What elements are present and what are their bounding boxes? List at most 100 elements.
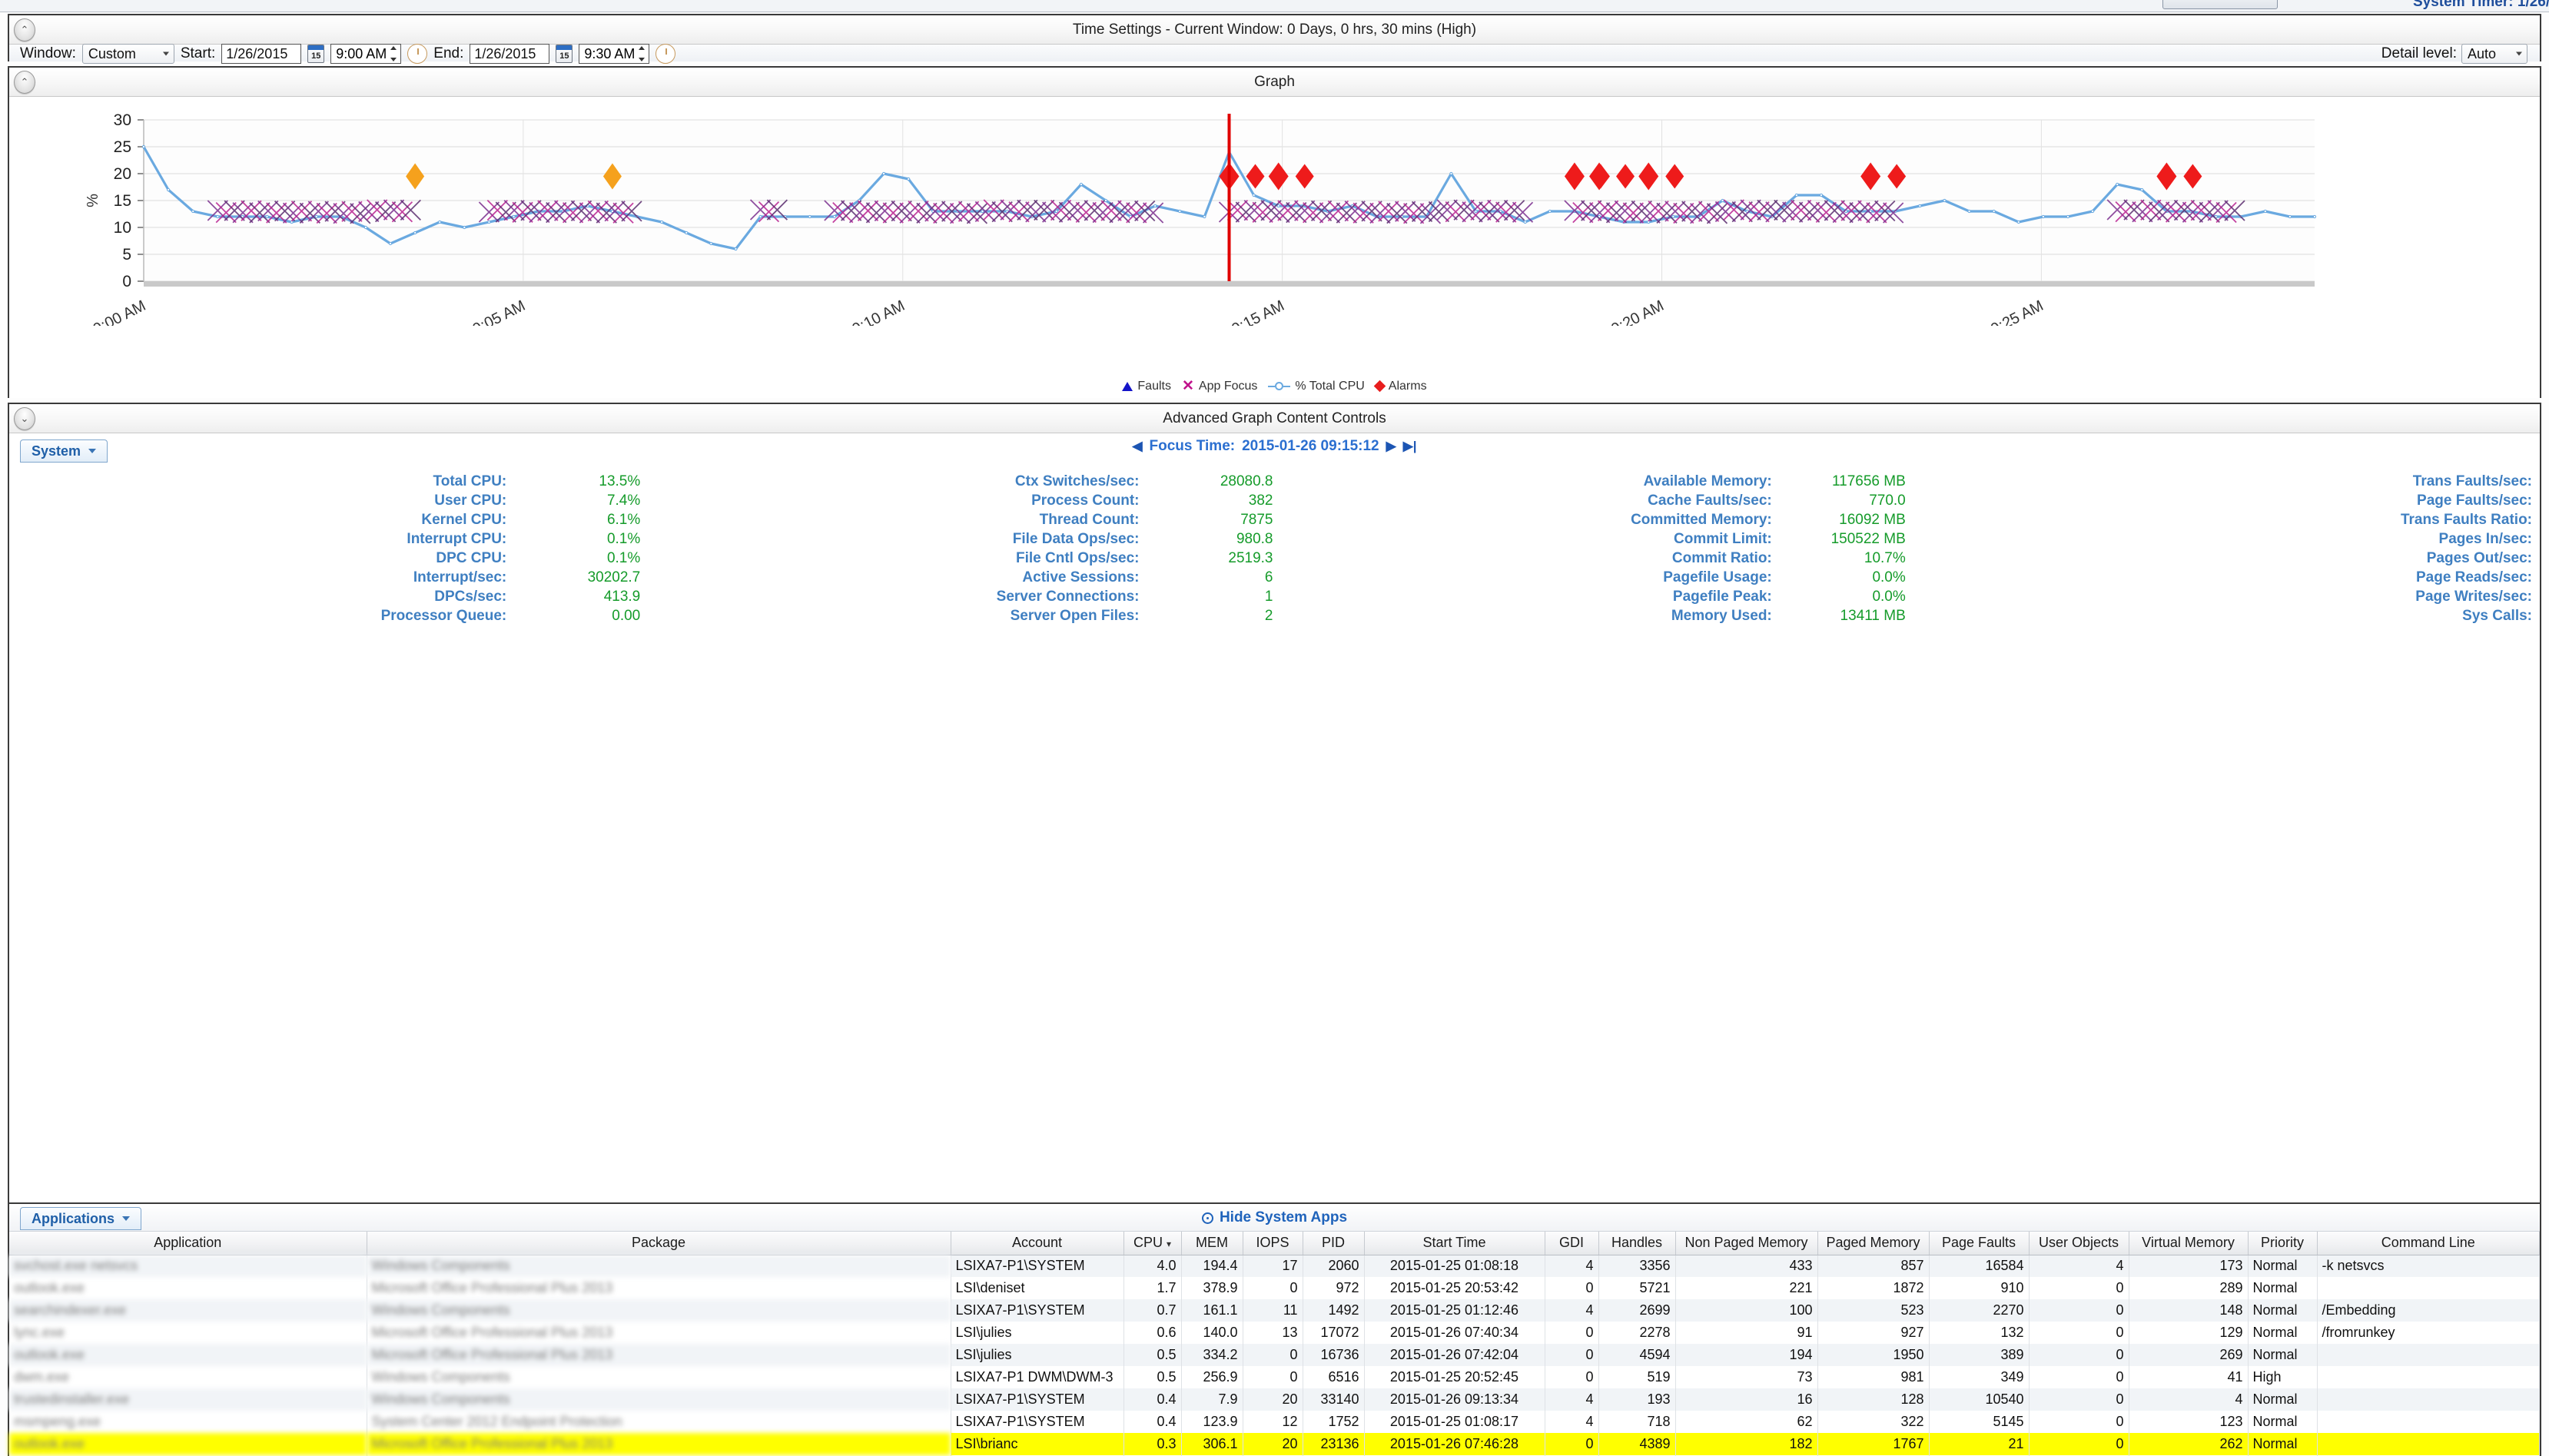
graph-panel: ⌃ Graph 051015202530% 1/26/2015 9:00 AM1…: [8, 66, 2541, 398]
cell-package: Microsoft Office Professional Plus 2013: [367, 1277, 951, 1299]
cell-gdi: 4: [1545, 1411, 1599, 1433]
column-header-command-line[interactable]: Command Line: [2317, 1232, 2540, 1255]
metric-value: 117656 MB: [1831, 473, 1906, 489]
cell-pid: 23136: [1303, 1433, 1365, 1455]
cell-pid: 2060: [1303, 1255, 1365, 1277]
cell-app: svchost.exe netsvcs: [9, 1255, 367, 1277]
metric-value: 30202.7: [587, 569, 641, 585]
start-time-input[interactable]: 9:00 AM: [330, 44, 402, 64]
focus-last-button[interactable]: ▶|: [1403, 439, 1417, 454]
metric-value: 6: [1264, 569, 1273, 585]
spinner-arrows-icon[interactable]: [388, 45, 399, 62]
cell-handles: 4389: [1598, 1433, 1676, 1455]
svg-text:%: %: [85, 194, 101, 207]
table-row[interactable]: dwm.exe Windows Components LSIXA7-P1 DWM\D…: [9, 1366, 2540, 1388]
cell-account: LSIXA7-P1\SYSTEM: [951, 1411, 1124, 1433]
legend-item-faults: Faults: [1122, 380, 1171, 393]
column-header-page-faults[interactable]: Page Faults: [1929, 1232, 2030, 1255]
column-header-start-time[interactable]: Start Time: [1364, 1232, 1545, 1255]
table-row[interactable]: trustedinstaller.exe Windows Components LS…: [9, 1388, 2540, 1411]
metric-value: 13411 MB: [1840, 607, 1906, 624]
chart-legend: Faults ✕ App Focus % Total CPU Alarms: [9, 379, 2540, 393]
end-clock-icon[interactable]: [656, 44, 676, 64]
window-select[interactable]: Custom: [81, 44, 174, 64]
svg-text:1/26/2015 9:05 AM: 1/26/2015 9:05 AM: [406, 297, 529, 326]
metric-label: Total CPU:: [433, 473, 507, 489]
metric-value: 7.4%: [606, 492, 641, 509]
table-row[interactable]: msmpeng.exe System Center 2012 Endpoint P…: [9, 1411, 2540, 1433]
metric-row: DPCs/sec: 413.9: [9, 587, 642, 606]
collapse-icon-graph[interactable]: ⌃: [14, 71, 35, 94]
hide-system-apps-button[interactable]: Hide System Apps: [9, 1209, 2540, 1226]
end-label: End:: [433, 45, 464, 61]
cell-prio: Normal: [2248, 1322, 2318, 1344]
legend-label-app-focus: App Focus: [1198, 379, 1258, 393]
cell-mem: 194.4: [1181, 1255, 1243, 1277]
svg-text:15: 15: [114, 192, 131, 210]
column-header-user-objects[interactable]: User Objects: [2029, 1232, 2129, 1255]
column-header-cpu[interactable]: CPU: [1123, 1232, 1182, 1255]
metric-row: Server Open Files: 2: [642, 606, 1274, 625]
cell-pm: 927: [1817, 1322, 1930, 1344]
cell-account: LSIXA7-P1 DWM\DWM-3: [951, 1366, 1124, 1388]
metric-label: Trans Faults/sec:: [2412, 473, 2532, 489]
metric-value: 413.9: [603, 588, 641, 605]
metric-row: DPC CPU: 0.1%: [9, 549, 642, 568]
column-header-account[interactable]: Account: [951, 1232, 1124, 1255]
toolbar-button-clipped[interactable]: [2162, 0, 2278, 9]
start-calendar-icon[interactable]: 15: [307, 45, 325, 63]
collapse-icon[interactable]: ⌃: [14, 18, 35, 41]
cell-iops: 20: [1243, 1433, 1303, 1455]
column-header-package[interactable]: Package: [367, 1232, 951, 1255]
end-date-input[interactable]: 1/26/2015: [470, 44, 550, 64]
metric-label: DPC CPU:: [436, 549, 507, 566]
cell-cmd: [2317, 1366, 2540, 1388]
legend-item-total-cpu: % Total CPU: [1268, 380, 1365, 393]
column-header-iops[interactable]: IOPS: [1243, 1232, 1303, 1255]
table-row[interactable]: outlook.exe Microsoft Office Professional…: [9, 1277, 2540, 1299]
end-time-value: 9:30 AM: [584, 45, 636, 61]
column-header-pid[interactable]: PID: [1303, 1232, 1365, 1255]
focus-next-button[interactable]: ▶: [1386, 439, 1396, 454]
cell-start: 2015-01-25 20:52:45: [1364, 1366, 1545, 1388]
column-header-application[interactable]: Application: [9, 1232, 367, 1255]
cell-account: LSIXA7-P1\SYSTEM: [951, 1388, 1124, 1411]
column-header-gdi[interactable]: GDI: [1545, 1232, 1599, 1255]
cell-cpu: 0.5: [1123, 1366, 1182, 1388]
table-row[interactable]: searchindexer.exe Windows Components LSIXA…: [9, 1299, 2540, 1322]
spinner-arrows-icon-2[interactable]: [636, 45, 647, 62]
column-header-paged-memory[interactable]: Paged Memory: [1817, 1232, 1930, 1255]
table-row[interactable]: outlook.exe Microsoft Office Professional…: [9, 1344, 2540, 1366]
cell-prio: Normal: [2248, 1433, 2318, 1455]
table-row[interactable]: svchost.exe netsvcs Windows Components LSI…: [9, 1255, 2540, 1277]
table-row[interactable]: lync.exe Microsoft Office Professional Pl…: [9, 1322, 2540, 1344]
cell-pid: 16736: [1303, 1344, 1365, 1366]
metric-value: 10.7%: [1864, 549, 1906, 566]
metric-row: Page Reads/sec:: [1907, 568, 2540, 587]
metric-label: Server Connections:: [996, 588, 1140, 605]
start-clock-icon[interactable]: [407, 44, 428, 64]
metric-label: Commit Ratio:: [1671, 549, 1772, 566]
end-calendar-icon[interactable]: 15: [556, 45, 573, 63]
column-header-virtual-memory[interactable]: Virtual Memory: [2129, 1232, 2249, 1255]
column-header-priority[interactable]: Priority: [2248, 1232, 2318, 1255]
cell-start: 2015-01-25 01:12:46: [1364, 1299, 1545, 1322]
table-row[interactable]: outlook.exe Microsoft Office Professional…: [9, 1433, 2540, 1455]
cell-pf: 132: [1929, 1322, 2030, 1344]
detail-level-select[interactable]: Auto: [2461, 44, 2527, 64]
cell-pf: 389: [1929, 1344, 2030, 1366]
column-header-non-paged-memory[interactable]: Non Paged Memory: [1675, 1232, 1818, 1255]
metrics-column-4: Trans Faults/sec: Page Faults/sec: Trans F…: [1907, 472, 2540, 625]
end-time-input[interactable]: 9:30 AM: [579, 44, 650, 64]
column-header-mem[interactable]: MEM: [1181, 1232, 1243, 1255]
focus-prev-button[interactable]: ◀: [1132, 439, 1142, 454]
metric-row: Processor Queue: 0.00: [9, 606, 642, 625]
cell-pid: 6516: [1303, 1366, 1365, 1388]
collapse-icon-advanced[interactable]: ⌄: [14, 407, 35, 430]
metrics-column-3: Available Memory: 117656 MB Cache Faults/s…: [1275, 472, 1907, 625]
cell-app: dwm.exe: [9, 1366, 367, 1388]
svg-text:30: 30: [114, 111, 131, 129]
start-date-input[interactable]: 1/26/2015: [221, 44, 302, 64]
time-settings-title: Time Settings - Current Window: 0 Days, …: [1072, 21, 1477, 38]
column-header-handles[interactable]: Handles: [1598, 1232, 1676, 1255]
